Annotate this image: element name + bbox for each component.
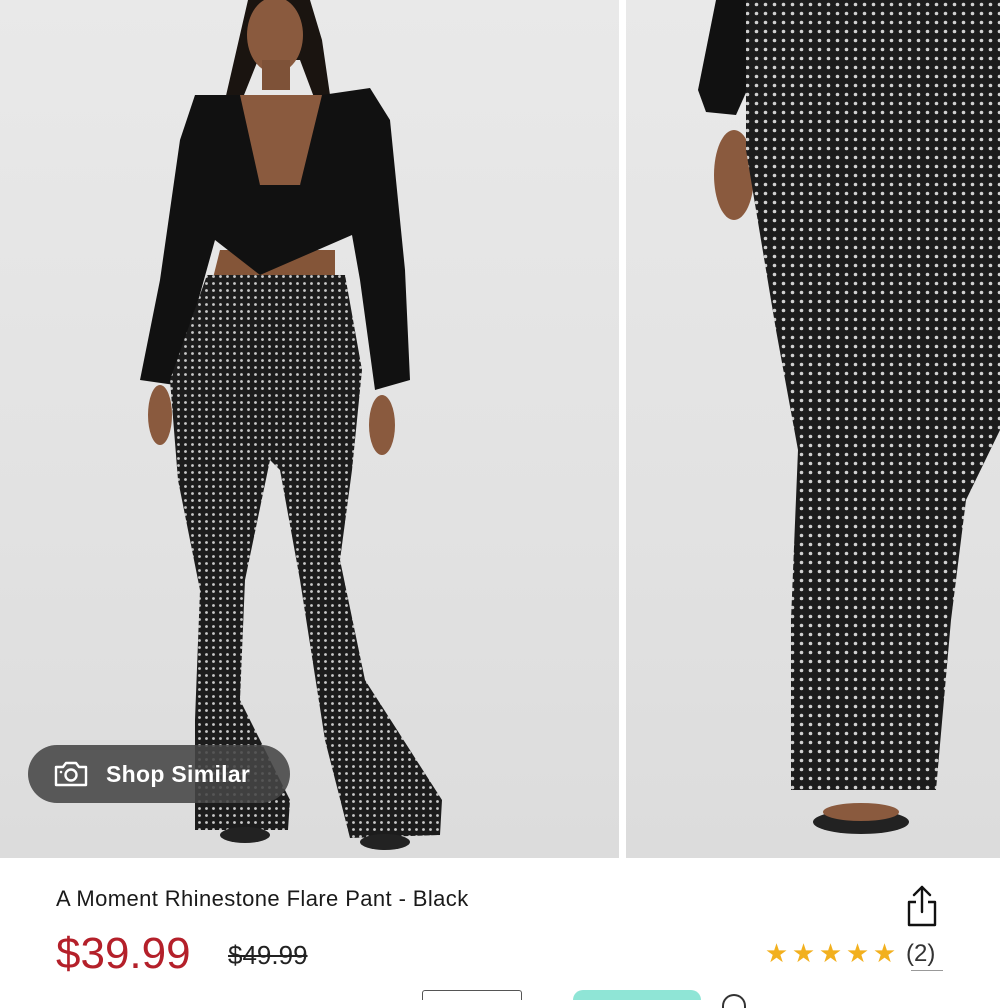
- camera-icon: [54, 761, 88, 787]
- star-icon: ★: [791, 939, 816, 969]
- model-illustration: [140, 0, 442, 850]
- original-price: $49.99: [228, 940, 308, 970]
- pant-detail-illustration: [698, 0, 1000, 834]
- accent-button[interactable]: [573, 990, 701, 1000]
- size-option-button[interactable]: [422, 990, 522, 1000]
- rating-summary[interactable]: ★ ★ ★ ★ ★ (2): [763, 938, 936, 970]
- star-icon: ★: [764, 939, 789, 969]
- review-count-underline: [911, 970, 943, 971]
- product-image-gallery[interactable]: Shop Similar: [0, 0, 1000, 858]
- star-icon: ★: [818, 939, 843, 969]
- product-photo-detail[interactable]: [626, 0, 1000, 858]
- star-rating: ★ ★ ★ ★ ★: [763, 940, 898, 968]
- product-title: A Moment Rhinestone Flare Pant - Black: [56, 886, 469, 911]
- star-icon: ★: [872, 939, 897, 969]
- shop-similar-label: Shop Similar: [106, 760, 251, 787]
- star-icon: ★: [845, 939, 870, 969]
- shop-similar-button[interactable]: Shop Similar: [28, 745, 290, 803]
- share-icon[interactable]: [903, 884, 941, 928]
- sale-price: $39.99: [56, 929, 191, 978]
- product-photo-main[interactable]: [0, 0, 619, 858]
- review-count[interactable]: (2): [906, 940, 935, 968]
